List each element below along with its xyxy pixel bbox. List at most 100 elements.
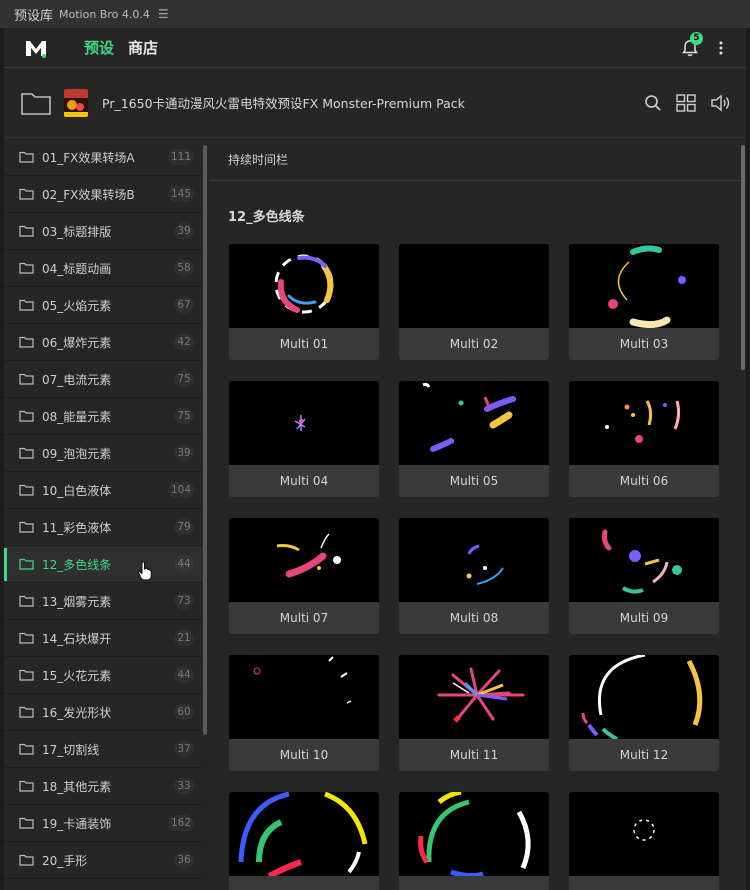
speaker-icon[interactable] [710, 94, 732, 112]
preset-preview-image [399, 518, 549, 602]
category-count-badge: 44 [174, 667, 194, 683]
category-count-badge: 75 [174, 371, 194, 387]
tab-store[interactable]: 商店 [128, 37, 158, 58]
category-count-badge: 44 [174, 556, 194, 572]
motionbro-logo-icon[interactable] [24, 36, 48, 60]
category-count-badge: 39 [174, 223, 194, 239]
preset-label: Multi 02 [449, 337, 499, 351]
preset-card[interactable]: Multi 05 [399, 381, 549, 497]
folder-icon [19, 373, 34, 385]
preset-thumbnail [569, 244, 719, 328]
category-count-badge: 111 [167, 149, 194, 165]
preset-thumbnail [569, 518, 719, 602]
category-label: 15_火花元素 [42, 668, 112, 683]
sidebar-item-category[interactable]: 03_标题排版 39 [4, 213, 202, 250]
preset-card[interactable]: Multi 06 [569, 381, 719, 497]
sidebar-item-category[interactable]: 07_电流元素 75 [4, 361, 202, 398]
category-label: 13_烟雾元素 [42, 594, 112, 609]
sidebar-item-category[interactable]: 20_手形 36 [4, 842, 202, 879]
category-label: 08_能量元素 [42, 409, 112, 424]
preset-label: Multi 06 [619, 474, 669, 488]
pack-thumbnail[interactable] [64, 88, 88, 117]
preset-card[interactable] [569, 792, 719, 890]
preset-preview-image [229, 518, 379, 602]
preset-card[interactable]: Multi 03 [569, 244, 719, 360]
preset-card[interactable]: Multi 04 [229, 381, 379, 497]
sidebar-item-category[interactable]: 16_发光形状 60 [4, 694, 202, 731]
category-count-badge: 42 [174, 334, 194, 350]
preset-card[interactable] [399, 792, 549, 890]
preset-preview-image [229, 792, 379, 876]
preset-label: Multi 05 [449, 474, 499, 488]
preset-card[interactable]: Multi 08 [399, 518, 549, 634]
preset-preview-image [569, 655, 719, 739]
search-icon[interactable] [644, 94, 662, 112]
app-name: Motion Bro 4.0.4 [59, 7, 150, 21]
preset-card[interactable]: Multi 10 [229, 655, 379, 771]
category-sidebar: 01_FX效果转场A 111 02_FX效果转场B 145 03_标题排版 39 04_标题… [4, 139, 202, 890]
sidebar-item-category[interactable]: 10_白色液体 104 [4, 472, 202, 509]
grid-view-icon[interactable] [676, 93, 696, 112]
preset-thumbnail [569, 792, 719, 876]
category-label: 02_FX效果转场B [42, 187, 135, 202]
preset-card[interactable]: Multi 01 [229, 244, 379, 360]
sidebar-item-category[interactable]: 01_FX效果转场A 111 [4, 139, 202, 176]
category-label: 09_泡泡元素 [42, 446, 112, 461]
sidebar-item-category[interactable]: 19_卡通装饰 162 [4, 805, 202, 842]
hand-cursor-icon [138, 561, 152, 581]
sidebar-item-category[interactable]: 06_爆炸元素 42 [4, 324, 202, 361]
sidebar-item-category[interactable]: 17_切割线 37 [4, 731, 202, 768]
category-label: 12_多色线条 [42, 557, 112, 572]
folder-icon[interactable] [20, 90, 52, 116]
preset-preview-image [399, 792, 549, 876]
notification-button[interactable]: 5 [680, 31, 703, 58]
notification-badge: 5 [690, 31, 703, 45]
preset-card[interactable]: Multi 12 [569, 655, 719, 771]
preset-thumbnail [569, 381, 719, 465]
sidebar-item-category[interactable]: 04_标题动画 58 [4, 250, 202, 287]
sidebar-item-category[interactable]: 05_火焰元素 67 [4, 287, 202, 324]
preset-card[interactable] [229, 792, 379, 890]
category-count-badge: 21 [174, 630, 194, 646]
preset-label: Multi 11 [449, 748, 499, 762]
main-scrollbar[interactable] [741, 145, 745, 370]
sidebar-item-category[interactable]: 14_石块爆开 21 [4, 620, 202, 657]
sidebar-item-category[interactable]: 18_其他元素 33 [4, 768, 202, 805]
pack-bar: Pr_1650卡通动漫风火雷电特效预设FX Monster-Premium Pa… [4, 68, 746, 138]
preset-label [569, 876, 719, 890]
sidebar-item-category[interactable]: 02_FX效果转场B 145 [4, 176, 202, 213]
folder-icon [19, 632, 34, 644]
tab-duration-bar[interactable]: 持续时间栏 [210, 139, 746, 181]
category-count-badge: 104 [167, 482, 194, 498]
sidebar-item-category[interactable]: 09_泡泡元素 39 [4, 435, 202, 472]
category-count-badge: 75 [174, 408, 194, 424]
tab-presets[interactable]: 预设 [84, 37, 114, 58]
preset-card[interactable]: Multi 07 [229, 518, 379, 634]
folder-icon [19, 521, 34, 533]
preset-area: 持续时间栏 12_多色线条 Multi 01 Multi 02 Multi 03 Mu… [210, 139, 746, 890]
category-label: 19_卡通装饰 [42, 816, 112, 831]
preset-card[interactable]: Multi 11 [399, 655, 549, 771]
preset-label: Multi 07 [279, 611, 329, 625]
sidebar-item-category[interactable]: 08_能量元素 75 [4, 398, 202, 435]
more-options-icon[interactable] [718, 40, 724, 56]
preset-thumbnail [399, 655, 549, 739]
folder-icon [19, 558, 34, 570]
category-count-badge: 39 [174, 445, 194, 461]
sidebar-item-category[interactable]: 15_火花元素 44 [4, 657, 202, 694]
category-label: 11_彩色液体 [42, 520, 112, 535]
sidebar-item-category[interactable]: 11_彩色液体 79 [4, 509, 202, 546]
header-actions: 5 [680, 31, 724, 58]
preset-card[interactable]: Multi 09 [569, 518, 719, 634]
preset-preview-image [399, 655, 549, 739]
category-label: 17_切割线 [42, 742, 100, 757]
hamburger-icon[interactable]: ☰ [158, 7, 169, 21]
folder-icon [19, 410, 34, 422]
frame-border-right [746, 28, 750, 890]
sidebar-item-category[interactable]: 12_多色线条 44 [4, 546, 202, 583]
sidebar-item-category[interactable]: 13_烟雾元素 73 [4, 583, 202, 620]
folder-icon [19, 336, 34, 348]
preset-card[interactable]: Multi 02 [399, 244, 549, 360]
folder-icon [19, 669, 34, 681]
sidebar-scrollbar[interactable] [203, 145, 207, 735]
